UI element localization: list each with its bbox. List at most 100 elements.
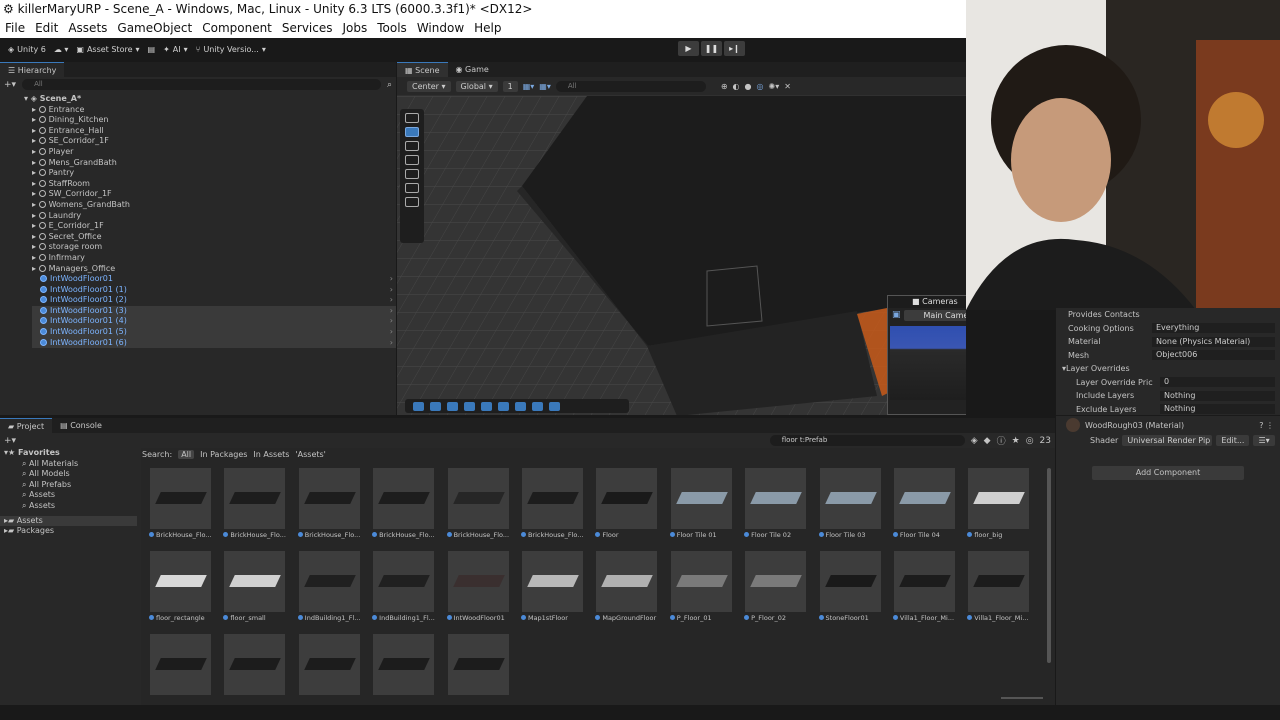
menu-window[interactable]: Window	[412, 19, 469, 38]
view-tool-icon[interactable]	[405, 113, 419, 123]
hierarchy-item[interactable]: ▸ Laundry	[32, 211, 396, 222]
asset-tile[interactable]	[224, 634, 286, 695]
chevron-right-icon[interactable]: ›	[390, 338, 393, 349]
search-by-type-icon[interactable]: ◈	[971, 436, 978, 446]
expand-arrow-icon[interactable]: ▸	[32, 179, 39, 188]
asset-tile[interactable]	[373, 634, 435, 695]
overlay-tool-icon[interactable]	[430, 401, 441, 411]
scope-assets-folder[interactable]: 'Assets'	[295, 450, 325, 459]
expand-arrow-icon[interactable]: ▸	[32, 126, 39, 135]
pivot-dropdown[interactable]: Center ▾	[407, 80, 451, 92]
ai-button[interactable]: ✦ AI ▾	[163, 45, 188, 54]
asset-tile[interactable]: Villa1_Floor_Mi...	[967, 551, 1030, 622]
asset-tile[interactable]: BrickHouse_Flo...	[372, 468, 435, 539]
menu-edit[interactable]: Edit	[30, 19, 63, 38]
chevron-right-icon[interactable]: ›	[390, 306, 393, 317]
scope-in-packages[interactable]: In Packages	[200, 450, 247, 459]
custom-tool-icon[interactable]	[405, 197, 419, 207]
menu-tools[interactable]: Tools	[372, 19, 412, 38]
expand-arrow-icon[interactable]: ▸	[32, 264, 39, 273]
asset-tile[interactable]	[150, 634, 211, 695]
asset-tile[interactable]: MapGroundFloor	[595, 551, 658, 622]
pause-button[interactable]: ❚❚	[701, 41, 722, 56]
asset-tile[interactable]: StoneFloor01	[818, 551, 881, 622]
hierarchy-item[interactable]: ▸ Mens_GrandBath	[32, 158, 396, 169]
add-icon[interactable]: +▾	[4, 436, 16, 446]
overlay-tool-icon[interactable]	[481, 401, 492, 411]
asset-tile[interactable]: floor_small	[223, 551, 286, 622]
menu-help[interactable]: Help	[469, 19, 506, 38]
chevron-right-icon[interactable]: ›	[390, 316, 393, 327]
info-icon[interactable]: ⓘ	[997, 434, 1006, 447]
project-search-input[interactable]: floor t:Prefab	[769, 435, 965, 446]
camera-dropdown[interactable]: Main Camera	[903, 309, 966, 321]
sidebar-item-packages[interactable]: ▸▰ Packages	[0, 526, 137, 537]
star-icon[interactable]: ★	[1012, 436, 1020, 446]
expand-arrow-icon[interactable]: ▸	[32, 168, 39, 177]
hierarchy-item[interactable]: ▸ Infirmary	[32, 253, 396, 264]
hierarchy-prefab-item[interactable]: IntWoodFloor01 (6) ›	[32, 337, 396, 349]
menu-services[interactable]: Services	[277, 19, 338, 38]
menu-jobs[interactable]: Jobs	[338, 19, 373, 38]
hierarchy-search-input[interactable]: All	[22, 79, 381, 90]
menu-gameobject[interactable]: GameObject	[112, 19, 197, 38]
material-header[interactable]: WoodRough03 (Material) ? ⋮	[1056, 416, 1280, 434]
asset-scrollbar[interactable]	[1047, 468, 1051, 663]
field-value[interactable]	[1152, 310, 1275, 320]
settings-icon[interactable]: ? ⋮	[1259, 421, 1274, 430]
asset-store-button[interactable]: ▣ Asset Store ▾	[76, 45, 139, 54]
lighting-icon[interactable]: ◐	[733, 82, 740, 91]
hierarchy-item[interactable]: ▸ storage room	[32, 242, 396, 253]
tab-game[interactable]: ◉ Game	[448, 62, 497, 77]
favorites-header[interactable]: ▾★ Favorites	[0, 448, 137, 459]
menu-component[interactable]: Component	[197, 19, 277, 38]
overlay-tool-icon[interactable]	[515, 401, 526, 411]
hierarchy-item[interactable]: ▸ E_Corridor_1F	[32, 221, 396, 232]
tab-project[interactable]: ▰ Project	[0, 418, 53, 433]
asset-tile[interactable]: Map1stFloor	[520, 551, 583, 622]
effects-icon[interactable]: ✺▾	[769, 82, 780, 91]
hierarchy-item[interactable]: ▸ Womens_GrandBath	[32, 200, 396, 211]
snap-icon[interactable]: ▦▾	[539, 82, 551, 91]
hierarchy-prefab-item[interactable]: IntWoodFloor01 (2) ›	[32, 295, 396, 306]
asset-tile[interactable]	[298, 634, 360, 695]
grid-toggle-icon[interactable]: ▦▾	[523, 82, 535, 91]
asset-tile[interactable]: Floor	[595, 468, 658, 539]
shader-list-button[interactable]: ☰▾	[1253, 434, 1275, 446]
rect-tool-icon[interactable]	[405, 169, 419, 179]
chevron-right-icon[interactable]: ›	[390, 327, 393, 338]
asset-tile[interactable]: IndBuilding1_Fl...	[372, 551, 435, 622]
search-filter-icon[interactable]: ⌕	[387, 80, 392, 90]
version-control-button[interactable]: ⑂ Unity Versio... ▾	[196, 45, 266, 54]
hierarchy-prefab-item[interactable]: IntWoodFloor01 (1) ›	[32, 285, 396, 296]
asset-tile[interactable]: BrickHouse_Flo...	[520, 468, 583, 539]
favorite-item[interactable]: ⌕ Assets	[0, 490, 137, 501]
hierarchy-item[interactable]: ▸ Player	[32, 147, 396, 158]
scale-tool-icon[interactable]	[405, 155, 419, 165]
rotate-tool-icon[interactable]	[405, 141, 419, 151]
asset-tile[interactable]: IntWoodFloor01	[446, 551, 509, 622]
hierarchy-prefab-item[interactable]: IntWoodFloor01 (5) ›	[32, 327, 396, 338]
tab-scene[interactable]: ▦ Scene	[397, 62, 448, 77]
shader-edit-button[interactable]: Edit...	[1216, 434, 1250, 446]
layer-overrides-foldout[interactable]: ▾ Layer Overrides	[1056, 362, 1280, 376]
field-value[interactable]: 0	[1160, 377, 1275, 388]
zoom-slider[interactable]	[1001, 697, 1043, 699]
step-button[interactable]: ▸❙	[724, 41, 745, 56]
expand-arrow-icon[interactable]: ▸	[32, 211, 39, 220]
favorite-item[interactable]: ⌕ All Models	[0, 469, 137, 480]
scene-canvas[interactable]	[397, 96, 966, 415]
hierarchy-prefab-item[interactable]: IntWoodFloor01 (3) ›	[32, 305, 396, 317]
hierarchy-prefab-item[interactable]: IntWoodFloor01 ›	[32, 274, 396, 285]
asset-tile[interactable]: BrickHouse_Flo...	[149, 468, 212, 539]
hidden-packages-icon[interactable]: ◎	[1026, 436, 1034, 446]
shader-dropdown[interactable]: Universal Render Pip	[1122, 434, 1213, 446]
asset-tile[interactable]: Floor Tile 02	[744, 468, 807, 539]
field-value[interactable]: Object006	[1152, 350, 1275, 361]
collab-button[interactable]: ☁ ▾	[54, 45, 69, 54]
expand-arrow-icon[interactable]: ▸	[32, 136, 39, 145]
overlay-tool-icon[interactable]	[532, 401, 543, 411]
render-mode-icon[interactable]: ⊕	[721, 82, 728, 91]
overlay-tool-icon[interactable]	[413, 401, 424, 411]
asset-tile[interactable]	[447, 634, 509, 695]
